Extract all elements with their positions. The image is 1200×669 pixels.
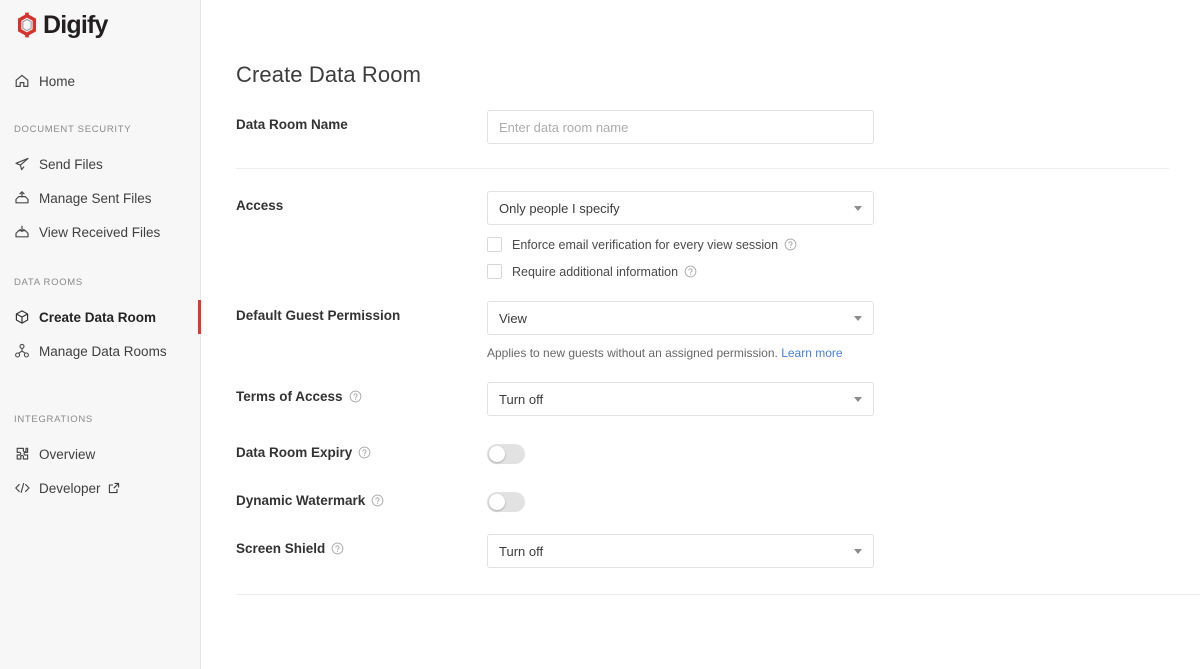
sidebar-item-view-received-files[interactable]: View Received Files bbox=[0, 215, 200, 249]
sidebar-item-overview[interactable]: Overview bbox=[0, 437, 200, 471]
field-row-data-room-expiry: Data Room Expiry bbox=[236, 416, 1200, 464]
field-row-access: Access Only people I specify Enforce ema… bbox=[236, 169, 1200, 279]
sidebar-item-send-files-label: Send Files bbox=[39, 156, 103, 172]
chevron-down-icon bbox=[854, 205, 862, 211]
field-row-data-room-name: Data Room Name bbox=[236, 88, 1200, 144]
main-content: Create Data Room Data Room Name Access O… bbox=[201, 0, 1200, 669]
data-room-name-label: Data Room Name bbox=[236, 117, 348, 132]
external-link-icon bbox=[108, 482, 120, 494]
data-room-expiry-label-wrap: Data Room Expiry bbox=[236, 438, 487, 460]
download-tray-icon bbox=[14, 224, 34, 240]
help-icon[interactable] bbox=[331, 542, 344, 555]
screen-shield-select[interactable]: Turn off bbox=[487, 534, 874, 568]
enforce-email-verification-checkbox[interactable] bbox=[487, 237, 502, 252]
terms-of-access-label: Terms of Access bbox=[236, 389, 343, 404]
field-row-default-guest-permission: Default Guest Permission View Applies to… bbox=[236, 279, 1200, 360]
sidebar-item-manage-data-rooms-label: Manage Data Rooms bbox=[39, 343, 167, 359]
default-guest-permission-hint-text: Applies to new guests without an assigne… bbox=[487, 346, 778, 360]
data-room-expiry-toggle[interactable] bbox=[487, 444, 525, 464]
toggle-knob bbox=[489, 494, 505, 510]
checkbox-row-require-additional-information[interactable]: Require additional information bbox=[487, 264, 1200, 279]
terms-of-access-value: Turn off bbox=[499, 391, 544, 407]
sidebar-item-developer-label: Developer bbox=[39, 480, 101, 496]
help-icon[interactable] bbox=[349, 390, 362, 403]
terms-of-access-select[interactable]: Turn off bbox=[487, 382, 874, 416]
help-icon[interactable] bbox=[784, 238, 797, 251]
help-icon[interactable] bbox=[371, 494, 384, 507]
sidebar-section-data-rooms-title: DATA ROOMS bbox=[14, 277, 83, 288]
brand-logo[interactable]: Digify bbox=[0, 0, 200, 42]
require-additional-information-label: Require additional information bbox=[512, 264, 679, 279]
sidebar-section-integrations-title: INTEGRATIONS bbox=[14, 414, 93, 425]
create-data-room-form: Data Room Name Access Only people I spec… bbox=[201, 88, 1200, 595]
chevron-down-icon bbox=[854, 396, 862, 402]
sidebar-item-create-data-room-label: Create Data Room bbox=[39, 309, 157, 325]
sidebar-item-overview-label: Overview bbox=[39, 446, 96, 462]
enforce-email-verification-label: Enforce email verification for every vie… bbox=[512, 237, 779, 252]
sidebar-item-home[interactable]: Home bbox=[0, 64, 200, 98]
sidebar-item-create-data-room[interactable]: Create Data Room bbox=[0, 300, 201, 334]
screen-shield-label: Screen Shield bbox=[236, 541, 326, 556]
screen-shield-value: Turn off bbox=[499, 543, 544, 559]
field-row-terms-of-access: Terms of Access Turn off bbox=[236, 360, 1200, 416]
dynamic-watermark-label: Dynamic Watermark bbox=[236, 493, 366, 508]
digify-hexagon-logo-icon bbox=[14, 12, 40, 38]
page-title: Create Data Room bbox=[236, 62, 422, 87]
sidebar-item-manage-data-rooms[interactable]: Manage Data Rooms bbox=[0, 334, 200, 368]
brand-name: Digify bbox=[43, 10, 108, 39]
field-row-dynamic-watermark: Dynamic Watermark bbox=[236, 464, 1200, 512]
field-row-screen-shield: Screen Shield Turn off bbox=[236, 512, 1200, 568]
sidebar-item-manage-sent-files[interactable]: Manage Sent Files bbox=[0, 181, 200, 215]
upload-tray-icon bbox=[14, 190, 34, 206]
terms-of-access-label-wrap: Terms of Access bbox=[236, 382, 487, 404]
screen-shield-label-wrap: Screen Shield bbox=[236, 534, 487, 556]
home-icon bbox=[14, 73, 34, 89]
toggle-knob bbox=[489, 446, 505, 462]
access-select-value: Only people I specify bbox=[499, 200, 620, 216]
app-root: Digify Home DOCUMENT SECURITY Send Files bbox=[0, 0, 1200, 669]
chevron-down-icon bbox=[854, 315, 862, 321]
sidebar-section-document-security-title: DOCUMENT SECURITY bbox=[14, 124, 132, 135]
default-guest-permission-value: View bbox=[499, 310, 527, 326]
dynamic-watermark-label-wrap: Dynamic Watermark bbox=[236, 486, 487, 508]
default-guest-permission-select[interactable]: View bbox=[487, 301, 874, 335]
network-nodes-icon bbox=[14, 343, 34, 359]
sidebar-item-view-received-files-label: View Received Files bbox=[39, 224, 161, 240]
data-room-expiry-label: Data Room Expiry bbox=[236, 445, 353, 460]
sidebar-item-developer[interactable]: Developer bbox=[0, 471, 200, 505]
require-additional-information-checkbox[interactable] bbox=[487, 264, 502, 279]
access-select[interactable]: Only people I specify bbox=[487, 191, 874, 225]
help-icon[interactable] bbox=[358, 446, 371, 459]
code-brackets-icon bbox=[14, 480, 34, 496]
default-guest-permission-hint: Applies to new guests without an assigne… bbox=[487, 346, 1200, 360]
data-room-name-input-wrapper[interactable] bbox=[487, 110, 874, 144]
checkbox-row-enforce-email-verification[interactable]: Enforce email verification for every vie… bbox=[487, 237, 1200, 252]
send-plane-icon bbox=[14, 156, 34, 172]
sidebar-item-manage-sent-files-label: Manage Sent Files bbox=[39, 190, 152, 206]
default-guest-permission-label: Default Guest Permission bbox=[236, 308, 401, 323]
cube-icon bbox=[14, 309, 34, 325]
chevron-down-icon bbox=[854, 548, 862, 554]
dynamic-watermark-toggle[interactable] bbox=[487, 492, 525, 512]
data-room-name-input[interactable] bbox=[499, 111, 862, 143]
sidebar-item-send-files[interactable]: Send Files bbox=[0, 147, 200, 181]
access-label: Access bbox=[236, 198, 284, 213]
learn-more-link[interactable]: Learn more bbox=[781, 346, 842, 360]
help-icon[interactable] bbox=[684, 265, 697, 278]
section-divider-bottom bbox=[236, 594, 1200, 595]
puzzle-piece-icon bbox=[14, 446, 34, 462]
sidebar-item-home-label: Home bbox=[39, 73, 76, 89]
sidebar: Digify Home DOCUMENT SECURITY Send Files bbox=[0, 0, 201, 669]
